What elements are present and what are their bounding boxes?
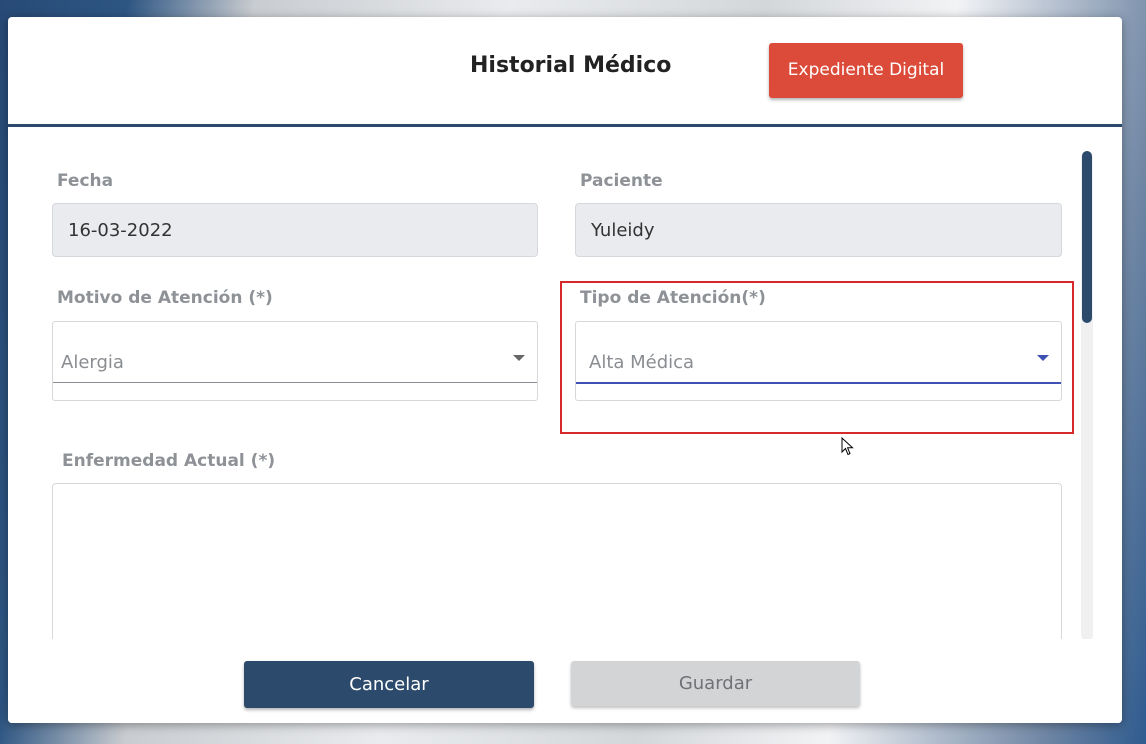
cancel-button[interactable]: Cancelar: [244, 661, 534, 708]
dialog-header: Historial Médico Expediente Digital: [8, 17, 1122, 127]
digital-record-button[interactable]: Expediente Digital: [769, 43, 963, 98]
motivo-label: Motivo de Atención (*): [57, 288, 273, 308]
medical-history-dialog: Historial Médico Expediente Digital Fech…: [8, 17, 1122, 723]
enfermedad-textarea[interactable]: [52, 483, 1062, 663]
chevron-down-icon[interactable]: [513, 355, 525, 361]
scrollbar-thumb[interactable]: [1082, 151, 1092, 323]
highlight-box: [560, 281, 1074, 434]
motivo-underline: [53, 382, 537, 383]
dialog-footer: Cancelar Guardar: [8, 639, 1122, 723]
fecha-field: 16-03-2022: [52, 203, 538, 257]
mouse-cursor-icon: [841, 437, 854, 456]
paciente-label: Paciente: [580, 171, 663, 191]
dialog-title: Historial Médico: [470, 53, 672, 78]
enfermedad-label: Enfermedad Actual (*): [62, 451, 276, 471]
fecha-label: Fecha: [57, 171, 114, 191]
motivo-select[interactable]: Alergia: [52, 321, 538, 401]
motivo-selected-value: Alergia: [61, 352, 124, 373]
paciente-field: Yuleidy: [575, 203, 1062, 257]
save-button[interactable]: Guardar: [571, 661, 860, 706]
scrollbar[interactable]: [1081, 151, 1093, 641]
